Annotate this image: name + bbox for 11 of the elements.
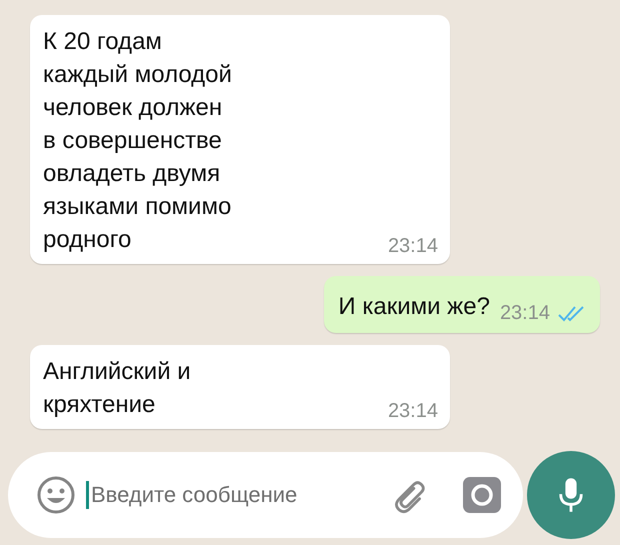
emoji-icon[interactable] [36,475,76,515]
message-text: Английский и кряхтение [43,357,191,420]
camera-icon[interactable] [463,477,501,513]
message-text: И какими же? [338,292,490,322]
message-time: 23:14 [388,235,438,258]
message-input-bar[interactable]: Введите сообщение [8,452,523,538]
message-time: 23:14 [388,400,438,423]
message-time: 23:14 [500,302,550,325]
message-text: К 20 годам каждый молодой человек должен в совершенстве овладеть двумя языками помимо родного [43,27,232,255]
message-field[interactable]: Введите сообщение [86,481,381,509]
microphone-icon [557,476,585,514]
